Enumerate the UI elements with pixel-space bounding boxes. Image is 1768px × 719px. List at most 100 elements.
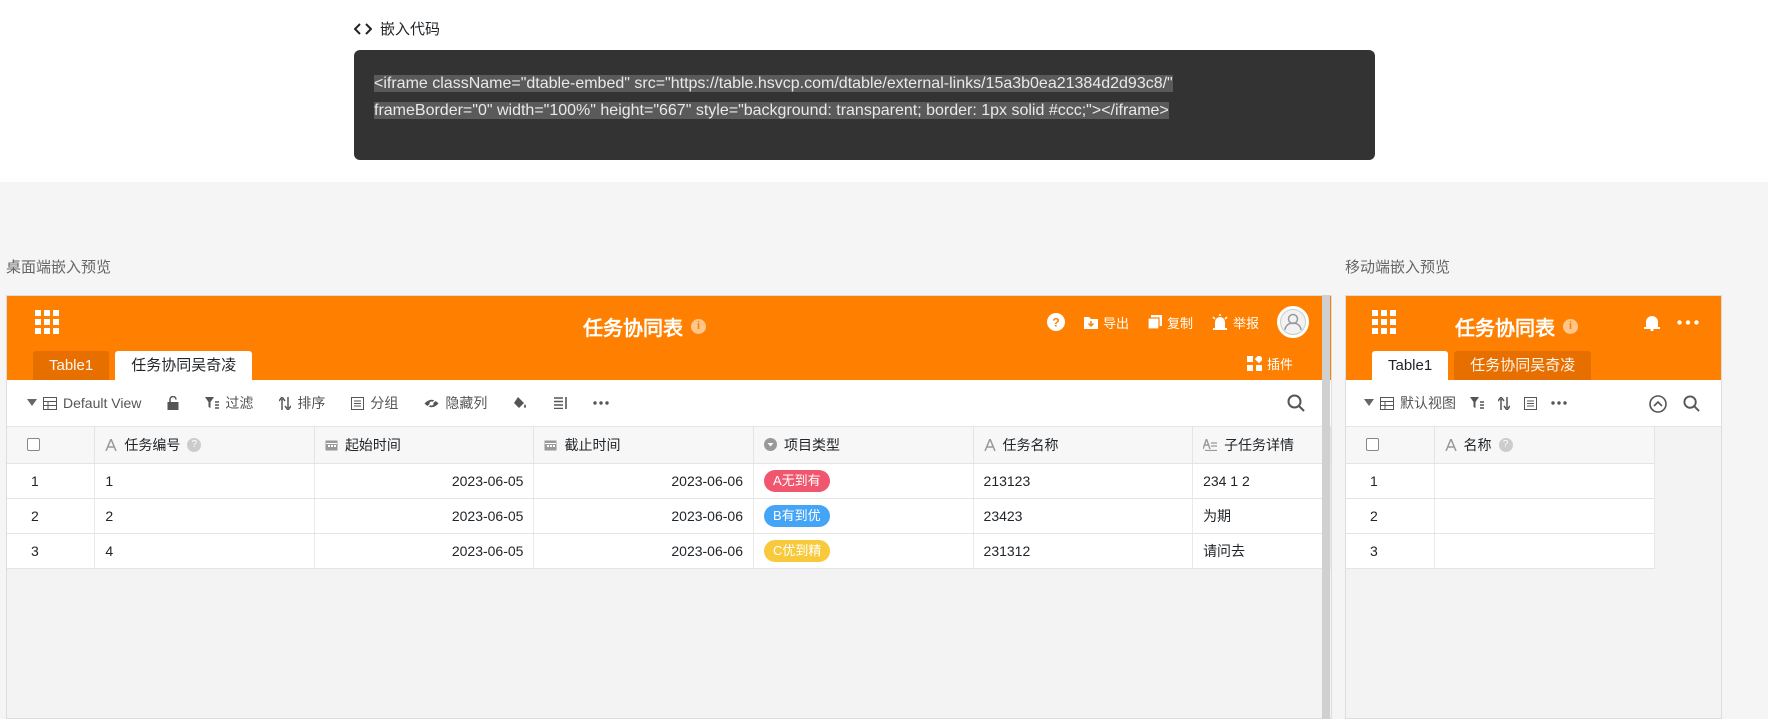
column-label: 项目类型 (784, 436, 840, 453)
header-row: 任务编号 ? 起始时间 截止时间 项目类型 任务名称 子任务详情 (7, 427, 1331, 464)
view-selector[interactable]: 默认视图 (1364, 393, 1456, 413)
end-date-cell[interactable]: 2023-06-06 (533, 498, 754, 534)
column-header-detail[interactable]: 子任务详情 (1192, 427, 1331, 464)
more-icon (1551, 401, 1567, 405)
code-line-1[interactable]: <iframe className="dtable-embed" src="ht… (374, 75, 1173, 92)
table-row[interactable]: 3 (1346, 533, 1655, 569)
end-date-cell[interactable]: 2023-06-06 (533, 463, 754, 499)
filter-icon (1470, 396, 1484, 410)
task-no-cell[interactable]: 2 (94, 498, 315, 534)
detail-cell[interactable]: 请问去 (1192, 533, 1331, 569)
type-cell[interactable]: C优到精 (753, 533, 974, 569)
apps-grid-icon[interactable] (35, 310, 59, 334)
task-name-cell[interactable]: 213123 (973, 463, 1194, 499)
info-icon[interactable]: i (691, 319, 706, 334)
filter-label: 过滤 (225, 395, 254, 411)
help-icon[interactable]: ? (187, 437, 202, 452)
select-all-cell[interactable] (1346, 427, 1435, 464)
table-title: 任务协同表 (1455, 318, 1555, 340)
caret-down-icon (1364, 399, 1374, 407)
tab-table1[interactable]: Table1 (1372, 351, 1449, 380)
table-row[interactable]: 2 (1346, 498, 1655, 534)
group-button[interactable] (1524, 396, 1537, 410)
detail-cell[interactable]: 为期 (1192, 498, 1331, 534)
filter-icon (205, 396, 220, 410)
lock-icon (167, 396, 179, 410)
type-cell[interactable]: B有到优 (753, 498, 974, 534)
type-pill: B有到优 (764, 504, 830, 527)
name-cell[interactable] (1434, 498, 1655, 534)
name-cell[interactable] (1434, 533, 1655, 569)
task-no-cell[interactable]: 4 (94, 533, 315, 569)
alarm-icon (1211, 314, 1229, 330)
help-icon[interactable]: ? (1498, 437, 1513, 452)
copy-button[interactable]: 复制 (1147, 313, 1193, 332)
code-line-2[interactable]: frameBorder="0" width="100%" height="667… (374, 102, 1169, 119)
table-row[interactable]: 1 1 2023-06-05 2023-06-06 A无到有 213123 23… (7, 463, 1331, 499)
search-icon[interactable] (1683, 395, 1700, 412)
tab-task-collab[interactable]: 任务协同吴奇凌 (115, 351, 253, 380)
column-header-name[interactable]: 任务名称 (973, 427, 1194, 464)
column-header-end[interactable]: 截止时间 (533, 427, 754, 464)
calendar-icon (544, 439, 557, 451)
row-height-button[interactable] (554, 397, 568, 409)
task-no-cell[interactable]: 1 (94, 463, 315, 499)
avatar[interactable] (1277, 306, 1309, 338)
end-date-cell[interactable]: 2023-06-06 (533, 533, 754, 569)
start-date-cell[interactable]: 2023-06-05 (314, 463, 535, 499)
column-header-start[interactable]: 起始时间 (314, 427, 535, 464)
header-actions: ? 导出 复制 举报 (1046, 306, 1309, 338)
table-title: 任务协同表 (583, 318, 683, 340)
view-name: Default View (63, 395, 142, 411)
detail-cell[interactable]: 234 1 2 (1192, 463, 1331, 499)
select-all-checkbox[interactable] (27, 438, 40, 452)
column-label: 子任务详情 (1224, 436, 1295, 453)
report-button[interactable]: 举报 (1211, 313, 1259, 332)
view-selector[interactable]: Default View (27, 395, 141, 411)
tab-table1[interactable]: Table1 (33, 351, 110, 380)
column-header-type[interactable]: 项目类型 (753, 427, 974, 464)
hide-columns-button[interactable]: 隐藏列 (424, 393, 487, 413)
info-icon[interactable]: i (1563, 319, 1578, 334)
table-row[interactable]: 3 4 2023-06-05 2023-06-06 C优到精 231312 请问… (7, 533, 1331, 569)
collapse-up-icon[interactable] (1649, 395, 1667, 413)
sort-button[interactable] (1498, 396, 1510, 410)
filter-button[interactable] (1470, 396, 1484, 410)
more-button[interactable] (593, 401, 610, 405)
row-color-button[interactable] (513, 396, 528, 410)
help-icon[interactable]: ? (1046, 313, 1065, 331)
start-date-cell[interactable]: 2023-06-05 (314, 533, 535, 569)
select-all-cell[interactable] (7, 427, 96, 464)
task-name-cell[interactable]: 23423 (973, 498, 1194, 534)
type-cell[interactable]: A无到有 (753, 463, 974, 499)
name-cell[interactable] (1434, 463, 1655, 499)
embed-code-box[interactable]: <iframe className="dtable-embed" src="ht… (354, 50, 1375, 160)
table-row[interactable]: 1 (1346, 463, 1655, 499)
tab-task-collab[interactable]: 任务协同吴奇凌 (1454, 351, 1592, 380)
search-icon[interactable] (1287, 394, 1305, 412)
start-date-cell[interactable]: 2023-06-05 (314, 498, 535, 534)
column-header-task-no[interactable]: 任务编号 ? (94, 427, 315, 464)
column-header-name[interactable]: 名称 ? (1434, 427, 1655, 464)
filter-button[interactable]: 过滤 (205, 393, 253, 413)
task-name-cell[interactable]: 231312 (973, 533, 1194, 569)
apps-grid-icon[interactable] (1372, 310, 1396, 334)
column-label: 截止时间 (564, 436, 621, 453)
paint-bucket-icon (513, 396, 528, 410)
sort-button[interactable]: 排序 (279, 393, 325, 413)
select-all-checkbox[interactable] (1366, 438, 1379, 452)
row-height-icon (554, 397, 568, 409)
mobile-view-toolbar: 默认视图 (1346, 380, 1721, 427)
more-button[interactable] (1551, 401, 1567, 405)
group-button[interactable]: 分组 (351, 393, 398, 413)
plugin-button[interactable]: 插件 (1246, 354, 1293, 373)
bell-icon[interactable] (1644, 314, 1660, 331)
group-icon (351, 396, 365, 410)
table-row[interactable]: 2 2 2023-06-05 2023-06-06 B有到优 23423 为期 (7, 498, 1331, 534)
export-button[interactable]: 导出 (1083, 313, 1129, 332)
sort-icon (279, 396, 292, 410)
more-icon[interactable] (1677, 320, 1699, 325)
desktop-scrollbar[interactable] (1322, 295, 1330, 719)
lock-button[interactable] (167, 396, 179, 410)
copy-icon (1147, 314, 1163, 330)
